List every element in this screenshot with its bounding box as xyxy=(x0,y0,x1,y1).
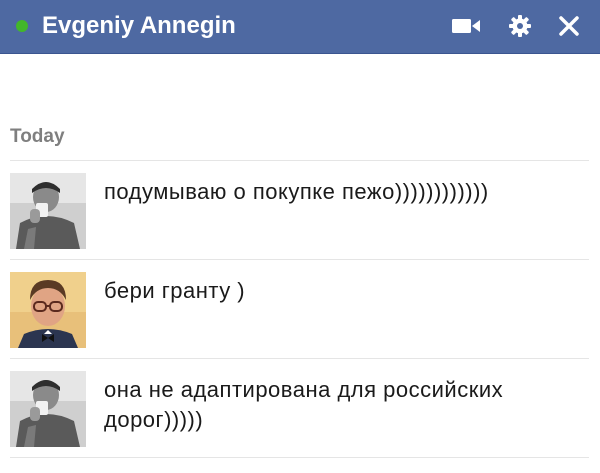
message-row: она не адаптирована для российских дорог… xyxy=(10,359,589,457)
message-list: подумываю о покупке пежо)))))))))))) бер… xyxy=(10,160,589,458)
avatar-other[interactable] xyxy=(10,272,86,348)
date-separator-label: Today xyxy=(10,126,65,147)
message-row: подумываю о покупке пежо)))))))))))) xyxy=(10,161,589,259)
avatar-evgeniy[interactable] xyxy=(10,371,86,447)
video-camera-icon[interactable] xyxy=(450,12,482,40)
message-row: бери гранту ) xyxy=(10,260,589,358)
chat-titlebar[interactable]: Evgeniy Annegin xyxy=(0,0,600,54)
message-text: бери гранту ) xyxy=(104,278,246,303)
close-icon[interactable] xyxy=(555,12,583,40)
gear-icon[interactable] xyxy=(506,12,534,40)
message-text: она не адаптирована для российских дорог… xyxy=(104,377,504,432)
message-text: подумываю о покупке пежо)))))))))))) xyxy=(104,179,489,204)
divider xyxy=(10,457,589,458)
avatar-evgeniy[interactable] xyxy=(10,173,86,249)
contact-name[interactable]: Evgeniy Annegin xyxy=(42,12,236,40)
online-status-dot xyxy=(16,20,28,32)
chat-window: Evgeniy Annegin Today подумываю о покупк… xyxy=(0,0,600,473)
